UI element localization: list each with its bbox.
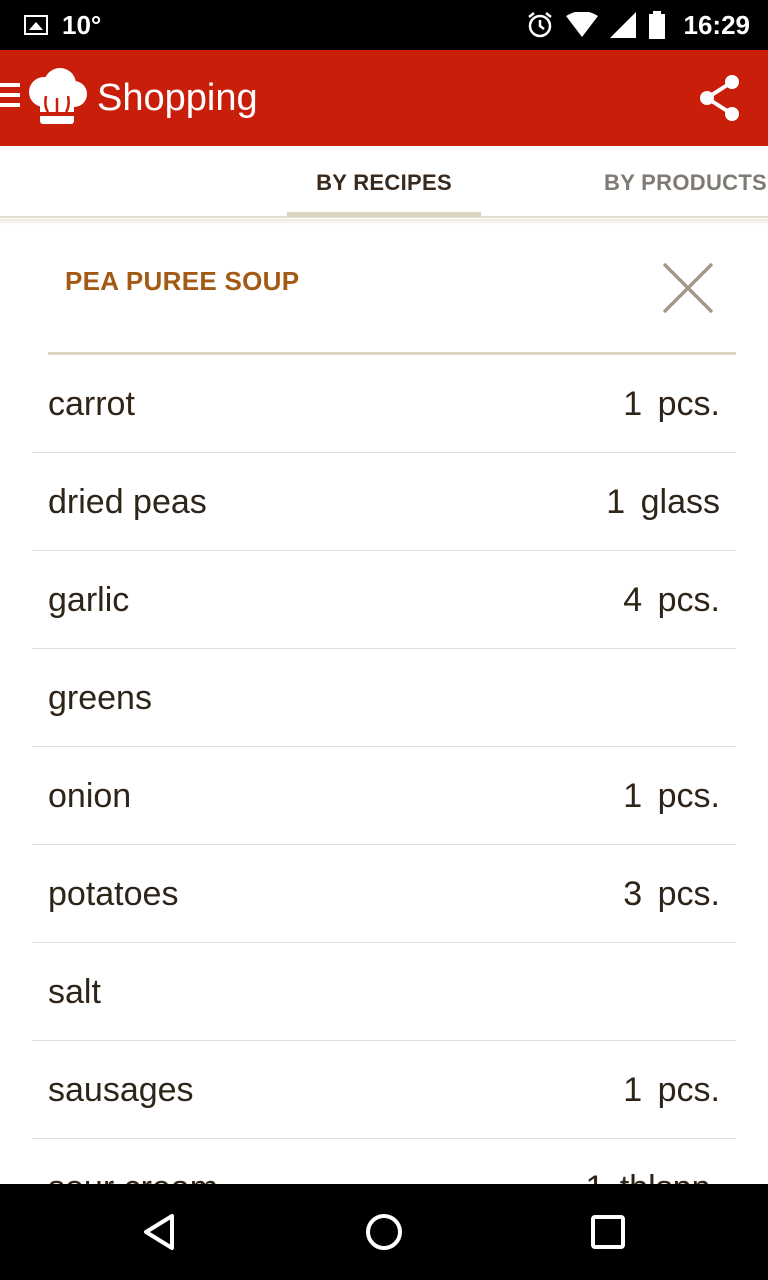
chef-hat-icon[interactable] <box>24 66 90 128</box>
app-bar: Shopping <box>0 50 768 146</box>
menu-icon[interactable] <box>0 83 22 113</box>
ingredient-quantity: 1 pcs. <box>623 777 720 815</box>
ingredient-row[interactable]: potatoes 3 pcs. <box>32 845 736 943</box>
recents-icon[interactable] <box>584 1208 632 1256</box>
ingredient-row[interactable]: dried peas 1 glass <box>32 453 736 551</box>
ingredient-name: greens <box>48 679 152 717</box>
tab-bar: BY RECIPES BY PRODUCTS <box>0 146 768 218</box>
image-notification-icon <box>24 15 48 35</box>
ingredient-row[interactable]: garlic 4 pcs. <box>32 551 736 649</box>
share-icon[interactable] <box>698 74 742 122</box>
status-bar: 10° 16:29 <box>0 0 768 50</box>
navigation-bar <box>0 1184 768 1280</box>
ingredient-name: sausages <box>48 1071 194 1109</box>
ingredient-quantity: 4 pcs. <box>623 581 720 619</box>
ingredient-row[interactable]: onion 1 pcs. <box>32 747 736 845</box>
ingredient-name: potatoes <box>48 875 179 913</box>
ingredient-row[interactable]: greens <box>32 649 736 747</box>
ingredient-name: carrot <box>48 385 135 423</box>
ingredient-row[interactable]: carrot 1 pcs. <box>32 355 736 453</box>
tab-by-products[interactable]: BY PRODUCTS <box>604 146 767 218</box>
tabs-shadow <box>0 219 768 225</box>
clock-text: 16:29 <box>683 9 751 40</box>
tab-indicator <box>287 212 481 217</box>
close-icon[interactable] <box>660 260 716 316</box>
temperature-text: 10° <box>62 9 102 40</box>
ingredient-name: onion <box>48 777 132 815</box>
ingredient-name: salt <box>48 973 101 1011</box>
recipe-title: PEA PUREE SOUP <box>65 266 300 296</box>
ingredient-quantity: 1 pcs. <box>623 1071 720 1109</box>
ingredient-quantity: 1 pcs. <box>623 385 720 423</box>
back-icon[interactable] <box>136 1208 184 1256</box>
home-icon[interactable] <box>360 1208 408 1256</box>
ingredient-list: carrot 1 pcs. dried peas 1 glass garlic … <box>32 355 736 1237</box>
ingredient-row[interactable]: salt <box>32 943 736 1041</box>
signal-icon <box>609 12 636 38</box>
tab-by-recipes[interactable]: BY RECIPES <box>287 146 481 218</box>
battery-icon <box>648 11 665 39</box>
ingredient-quantity: 3 pcs. <box>623 875 720 913</box>
app-title: Shopping <box>97 77 258 119</box>
alarm-icon <box>527 12 552 38</box>
ingredient-name: dried peas <box>48 483 207 521</box>
ingredient-name: garlic <box>48 581 130 619</box>
ingredient-row[interactable]: sausages 1 pcs. <box>32 1041 736 1139</box>
wifi-icon <box>565 12 598 37</box>
ingredient-quantity: 1 glass <box>606 483 720 521</box>
